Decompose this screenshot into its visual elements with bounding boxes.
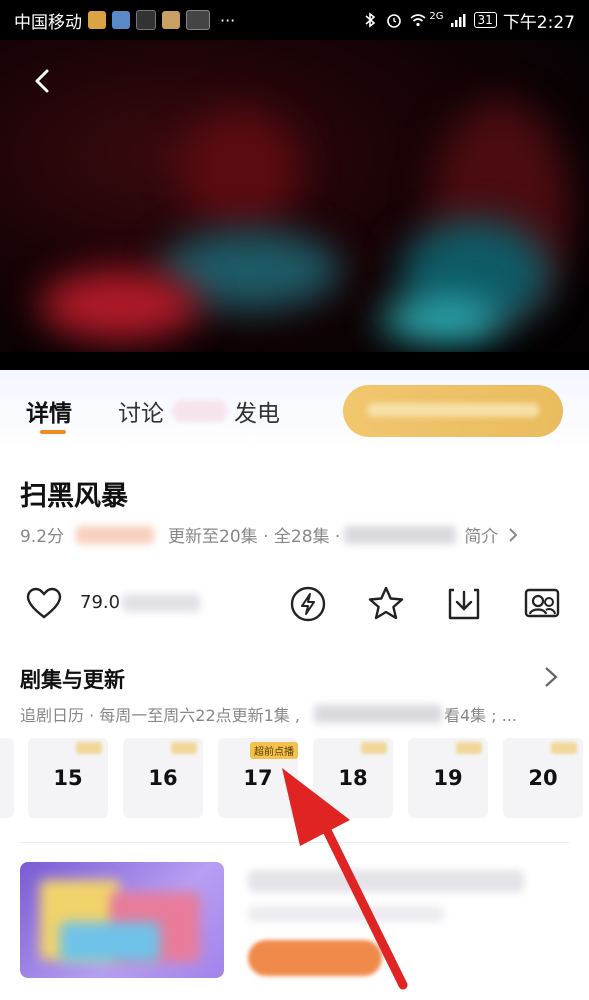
episode-tag — [456, 742, 482, 754]
vip-button[interactable] — [343, 385, 563, 437]
like-count-value: 79.0 — [80, 592, 121, 613]
video-frame-shape — [40, 270, 200, 340]
score: 9.2分 — [20, 527, 65, 547]
watch-together-icon[interactable] — [522, 584, 562, 624]
episode-number: 19 — [433, 766, 463, 790]
clock: 下午2:27 — [502, 12, 575, 33]
like-count: 79.0 — [80, 592, 201, 613]
video-frame-shape — [380, 300, 500, 340]
section-divider — [20, 842, 569, 843]
star-icon[interactable] — [366, 584, 406, 624]
chevron-right-icon[interactable] — [506, 526, 520, 544]
more-notifications: ··· — [220, 10, 236, 30]
action-row: 79.0 — [0, 582, 589, 626]
tab-details[interactable]: 详情 — [26, 394, 72, 428]
alarm-icon — [387, 14, 402, 28]
intro-link[interactable]: 简介 — [464, 522, 498, 547]
episode-card[interactable]: 18 — [313, 738, 393, 818]
back-arrow-icon[interactable] — [28, 66, 58, 96]
notification-app-icon — [136, 10, 156, 30]
notification-app-icon — [88, 11, 106, 29]
genre-tags — [344, 525, 457, 544]
heart-icon[interactable] — [24, 584, 64, 624]
download-icon[interactable] — [444, 584, 484, 624]
episode-card[interactable]: 16 — [123, 738, 203, 818]
episode-number: 20 — [528, 766, 558, 790]
carrier-label: 中国移动 — [14, 12, 82, 33]
notification-app-icon — [186, 10, 210, 30]
schedule-text: 追剧日历 · 每周一至周六22点更新1集 , — [20, 706, 300, 725]
recommendation-subtitle — [248, 906, 444, 922]
episode-tag — [361, 742, 387, 754]
episode-tag — [171, 742, 197, 754]
power-charge-icon[interactable] — [288, 584, 328, 624]
tab-discussion[interactable]: 讨论 — [118, 394, 164, 428]
status-bar: 中国移动 ··· 2G 31 下午2:27 — [0, 0, 589, 40]
video-bottom-bar — [0, 352, 589, 370]
show-meta: 9.2分 更新至20集 · 全28集 · 简介 — [20, 522, 520, 547]
bluetooth-icon — [365, 12, 376, 28]
recommendation-thumbnail[interactable] — [20, 862, 224, 978]
episode-number: 17 — [243, 766, 273, 790]
recommendation-title — [248, 870, 524, 892]
recommendation-button[interactable] — [248, 940, 382, 976]
episode-card[interactable] — [0, 738, 14, 818]
episode-tag — [76, 742, 102, 754]
episode-card[interactable]: 15 — [28, 738, 108, 818]
chevron-right-icon[interactable] — [540, 664, 562, 690]
episode-tag — [551, 742, 577, 754]
episode-list: 15 16 超前点播 17 18 19 20 — [0, 738, 589, 818]
detail-tabs: 详情 讨论 发电 — [0, 370, 589, 450]
thumb-shape — [60, 922, 160, 962]
network-type: 2G — [429, 10, 444, 22]
update-schedule: 追剧日历 · 每周一至周六22点更新1集 , 看4集 ; ... — [20, 702, 517, 726]
tab-power[interactable]: 发电 — [234, 394, 280, 428]
video-player[interactable] — [0, 40, 589, 370]
battery-indicator: 31 — [473, 12, 497, 28]
like-label — [122, 593, 201, 612]
video-frame-shape — [180, 110, 300, 230]
active-tab-indicator — [40, 430, 66, 434]
notification-app-icon — [162, 11, 180, 29]
episode-card[interactable]: 20 — [503, 738, 583, 818]
episode-card[interactable]: 19 — [408, 738, 488, 818]
update-status: 更新至20集 · 全28集 · — [168, 527, 341, 547]
schedule-blurred — [313, 705, 442, 723]
episode-number: 16 — [148, 766, 178, 790]
episode-card[interactable]: 超前点播 17 — [218, 738, 298, 818]
show-title: 扫黑风暴 — [20, 481, 128, 512]
wifi-icon — [410, 14, 426, 27]
episodes-section-title: 剧集与更新 — [20, 668, 125, 692]
discussion-count-badge — [172, 400, 228, 422]
episode-number: 15 — [53, 766, 83, 790]
schedule-text-tail: 看4集 ; ... — [443, 706, 517, 725]
signal-icon — [450, 14, 466, 27]
advance-screening-badge: 超前点播 — [250, 742, 298, 759]
episode-number: 18 — [338, 766, 368, 790]
notification-app-icon — [112, 11, 130, 29]
rank-badge — [76, 525, 155, 544]
